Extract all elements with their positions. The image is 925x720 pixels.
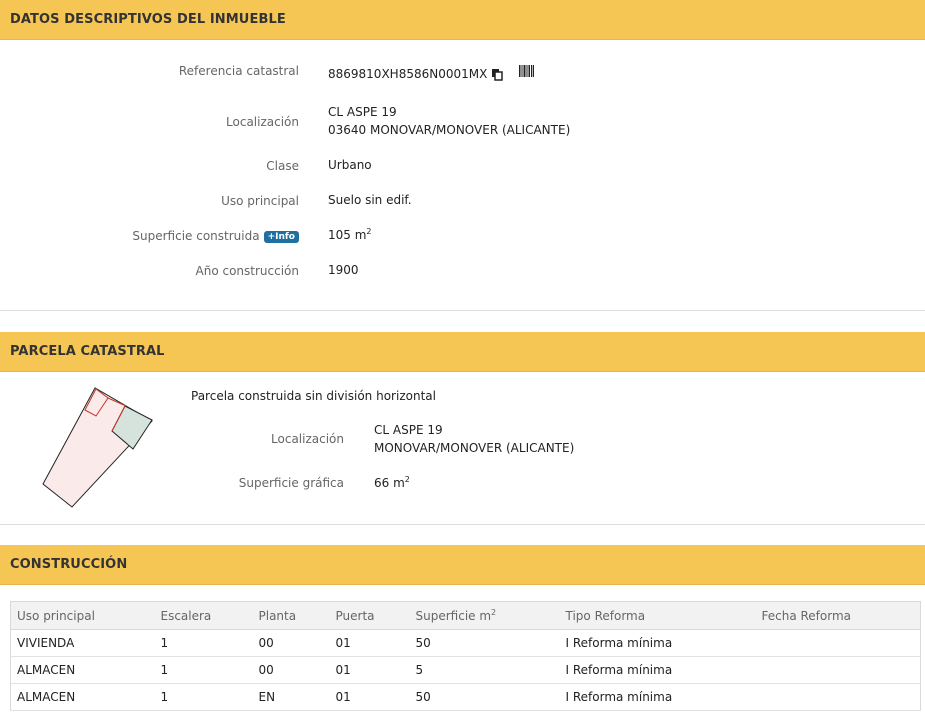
ano-construccion-value: 1900 xyxy=(328,263,359,277)
parcela-header: PARCELA CATASTRAL xyxy=(0,332,925,372)
col-header-tipo-reforma: Tipo Reforma xyxy=(559,601,756,630)
datos-header: DATOS DESCRIPTIVOS DEL INMUEBLE xyxy=(0,0,925,40)
col-header-fecha-reforma: Fecha Reforma xyxy=(755,601,921,630)
superficie-grafica-value: 66 m2 xyxy=(374,474,410,492)
datos-title: DATOS DESCRIPTIVOS DEL INMUEBLE xyxy=(10,12,286,27)
construccion-table: Uso principal Escalera Planta Puerta Sup… xyxy=(10,601,921,711)
cell-fecha-reforma xyxy=(755,629,921,657)
localizacion-line2: 03640 MONOVAR/MONOVER (ALICANTE) xyxy=(328,123,571,137)
cell-uso: ALMACEN xyxy=(10,683,155,711)
localizacion-label: Localización xyxy=(226,115,299,129)
table-row: ALMACEN 1 EN 01 50 I Reforma mínima xyxy=(10,683,921,711)
parcela-body: Parcela construida sin división horizont… xyxy=(0,372,925,525)
cell-puerta: 01 xyxy=(329,683,410,711)
clase-label: Clase xyxy=(266,159,299,173)
superficie-grafica-number: 66 m xyxy=(374,476,405,490)
datos-body: Referencia catastral 8869810XH8586N0001M… xyxy=(0,40,925,311)
ref-catastral-value[interactable]: 8869810XH8586N0001MX xyxy=(328,65,487,83)
cell-superficie: 50 xyxy=(409,683,560,711)
cell-puerta: 01 xyxy=(329,629,410,657)
cell-fecha-reforma xyxy=(755,683,921,711)
table-header-row: Uso principal Escalera Planta Puerta Sup… xyxy=(10,601,921,630)
parcela-localizacion-line1: CL ASPE 19 xyxy=(374,423,443,437)
ref-catastral-label: Referencia catastral xyxy=(178,64,299,78)
cell-uso: VIVIENDA xyxy=(10,629,155,657)
parcela-heading: Parcela construida sin división horizont… xyxy=(191,389,436,403)
superficie-construida-unit-sup: 2 xyxy=(366,227,372,236)
col-header-planta: Planta xyxy=(252,601,330,630)
superficie-construida-label: Superficie construida +Info xyxy=(132,229,299,243)
col-header-puerta: Puerta xyxy=(329,601,410,630)
col-header-superficie-text: Superficie m xyxy=(415,608,492,623)
uso-principal-value: Suelo sin edif. xyxy=(328,193,412,207)
cell-tipo-reforma: I Reforma mínima xyxy=(559,656,756,684)
cell-planta: 00 xyxy=(252,656,330,684)
cell-puerta: 01 xyxy=(329,656,410,684)
col-header-uso: Uso principal xyxy=(10,601,155,630)
table-row: VIVIENDA 1 00 01 50 I Reforma mínima xyxy=(10,629,921,657)
parcela-localizacion-line2: MONOVAR/MONOVER (ALICANTE) xyxy=(374,441,575,455)
cell-escalera: 1 xyxy=(154,656,253,684)
construccion-title: CONSTRUCCIÓN xyxy=(10,557,128,572)
uso-principal-label: Uso principal xyxy=(221,194,299,208)
table-row: ALMACEN 1 00 01 5 I Reforma mínima xyxy=(10,656,921,684)
cell-superficie: 5 xyxy=(409,656,560,684)
superficie-construida-text: Superficie construida xyxy=(132,229,260,243)
superficie-construida-number: 105 m xyxy=(328,228,367,242)
cell-uso: ALMACEN xyxy=(10,656,155,684)
ano-construccion-label: Año construcción xyxy=(195,264,300,278)
superficie-construida-value: 105 m2 xyxy=(328,226,372,244)
cell-superficie: 50 xyxy=(409,629,560,657)
cell-escalera: 1 xyxy=(154,629,253,657)
info-button[interactable]: +Info xyxy=(263,231,299,243)
copy-icon[interactable] xyxy=(491,68,504,84)
barcode-icon[interactable] xyxy=(519,65,534,80)
parcela-title: PARCELA CATASTRAL xyxy=(10,344,165,359)
superficie-grafica-label: Superficie gráfica xyxy=(238,476,344,490)
cell-planta: 00 xyxy=(252,629,330,657)
col-header-superficie-sup: 2 xyxy=(491,607,497,617)
cell-tipo-reforma: I Reforma mínima xyxy=(559,629,756,657)
clase-value: Urbano xyxy=(328,158,372,172)
construccion-header: CONSTRUCCIÓN xyxy=(0,545,925,585)
localizacion-line1: CL ASPE 19 xyxy=(328,105,397,119)
cell-tipo-reforma: I Reforma mínima xyxy=(559,683,756,711)
cell-escalera: 1 xyxy=(154,683,253,711)
parcel-map-sketch[interactable] xyxy=(40,386,160,510)
col-header-escalera: Escalera xyxy=(154,601,253,630)
cell-planta: EN xyxy=(252,683,330,711)
parcela-localizacion-label: Localización xyxy=(271,432,344,446)
cell-fecha-reforma xyxy=(755,656,921,684)
superficie-grafica-unit-sup: 2 xyxy=(404,475,410,484)
col-header-superficie: Superficie m2 xyxy=(409,601,560,630)
